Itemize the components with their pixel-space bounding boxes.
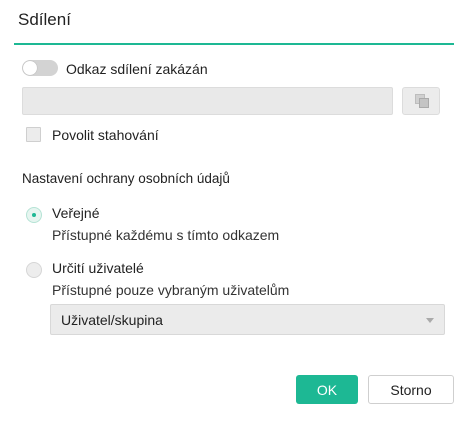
allow-download-label: Povolit stahování bbox=[52, 127, 159, 143]
copy-icon bbox=[415, 94, 429, 108]
dialog-title: Sdílení bbox=[18, 10, 71, 29]
radio-public-label: Veřejné bbox=[52, 205, 100, 221]
radio-public-description: Přístupné každému s tímto odkazem bbox=[52, 227, 280, 243]
ok-button[interactable]: OK bbox=[296, 375, 358, 404]
sharing-link-toggle[interactable] bbox=[22, 60, 58, 76]
user-group-select-value: Uživatel/skupina bbox=[61, 312, 163, 328]
user-group-select[interactable]: Uživatel/skupina bbox=[50, 304, 445, 335]
allow-download-checkbox[interactable] bbox=[26, 127, 41, 142]
sharing-link-toggle-label: Odkaz sdílení zakázán bbox=[66, 61, 208, 77]
sharing-link-field[interactable] bbox=[22, 87, 393, 115]
radio-public[interactable] bbox=[26, 207, 42, 223]
chevron-down-icon bbox=[426, 318, 434, 323]
radio-specific-users-label: Určití uživatelé bbox=[52, 260, 144, 276]
copy-link-button[interactable] bbox=[402, 87, 440, 115]
radio-specific-users-description: Přístupné pouze vybraným uživatelům bbox=[52, 282, 290, 298]
toggle-knob bbox=[23, 61, 37, 75]
title-divider bbox=[14, 43, 454, 45]
radio-specific-users[interactable] bbox=[26, 262, 42, 278]
cancel-button[interactable]: Storno bbox=[368, 375, 454, 404]
privacy-settings-heading: Nastavení ochrany osobních údajů bbox=[22, 171, 230, 186]
